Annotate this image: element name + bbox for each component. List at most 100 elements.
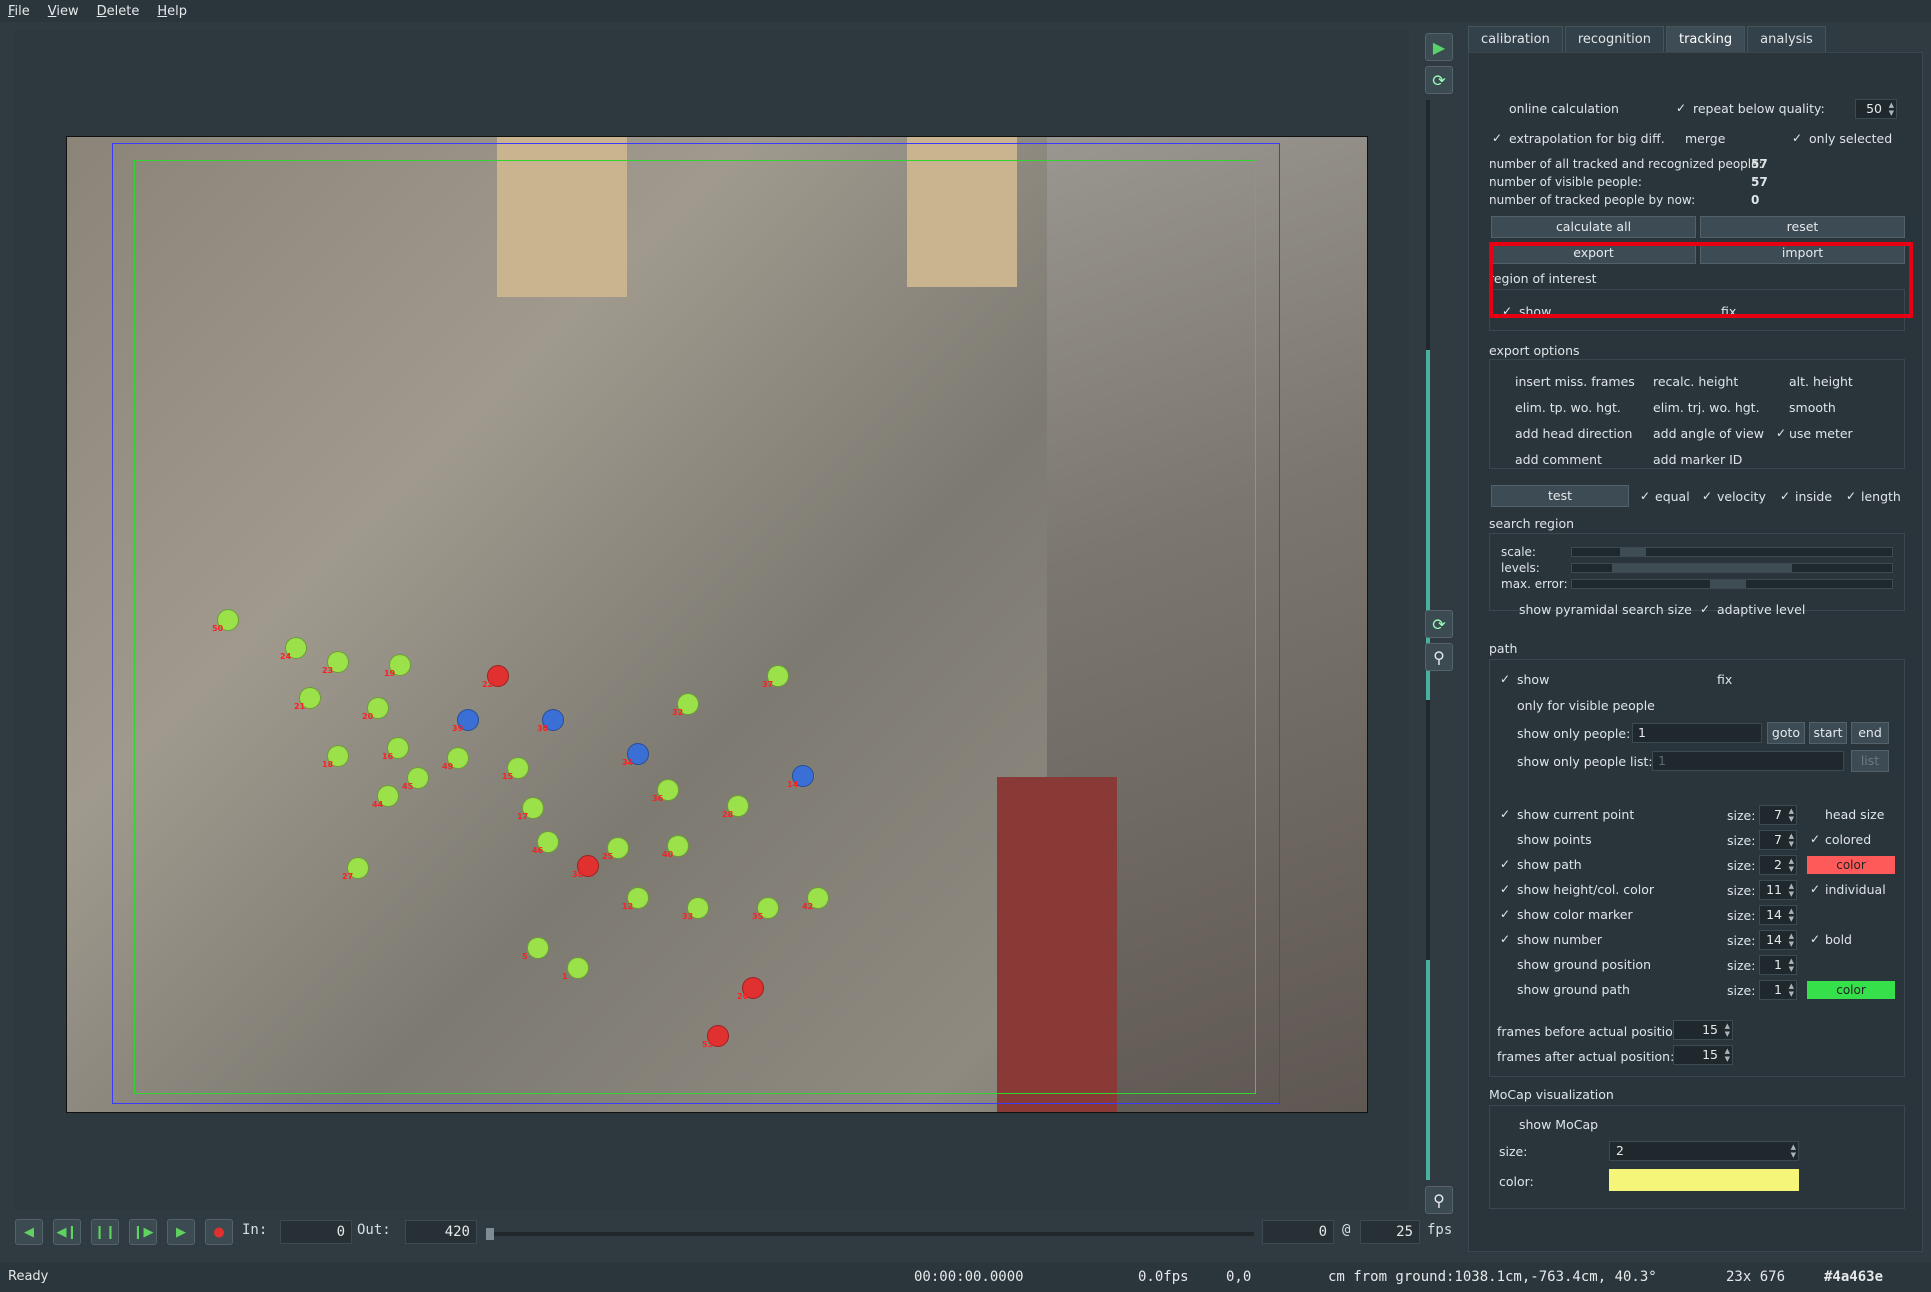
scale-slider[interactable] xyxy=(1571,547,1893,557)
zoom-icon[interactable]: ⚲ xyxy=(1425,1186,1453,1214)
tab-calibration[interactable]: calibration xyxy=(1468,26,1563,52)
timeline-slider[interactable] xyxy=(486,1228,1254,1240)
play-icon[interactable]: ▶ xyxy=(1425,33,1453,61)
menu-delete[interactable]: Delete xyxy=(97,4,140,19)
zoom-icon[interactable]: ⚲ xyxy=(1425,643,1453,671)
frame-field[interactable]: 0 xyxy=(1262,1220,1334,1244)
elim-tp-label: elim. tp. wo. hgt. xyxy=(1515,400,1621,415)
size-label: size: xyxy=(1727,933,1756,948)
size-spinbox[interactable]: 14 ▲ ▼ xyxy=(1759,930,1797,950)
elim-tp-checkbox[interactable] xyxy=(1497,401,1509,413)
levels-slider[interactable] xyxy=(1571,563,1893,573)
recalc-height-checkbox[interactable] xyxy=(1635,375,1647,387)
pause-icon[interactable]: ❙❙ xyxy=(91,1219,119,1245)
velocity-checkbox[interactable] xyxy=(1701,490,1713,502)
path-show-checkbox[interactable] xyxy=(1499,673,1511,685)
use-meter-checkbox[interactable] xyxy=(1775,427,1787,439)
record-icon[interactable]: ● xyxy=(205,1219,233,1245)
fps-field[interactable]: 25 xyxy=(1360,1220,1420,1244)
smooth-checkbox[interactable] xyxy=(1775,401,1787,413)
online-calc-checkbox[interactable] xyxy=(1491,102,1503,114)
test-button[interactable]: test xyxy=(1491,485,1629,507)
path-option-checkbox[interactable] xyxy=(1499,908,1511,920)
path-color-button[interactable]: color xyxy=(1807,856,1895,874)
menu-file[interactable]: File xyxy=(8,4,30,19)
status-fps: 0.0fps xyxy=(1138,1269,1189,1285)
list-button[interactable]: list xyxy=(1851,750,1889,772)
path-extra-checkbox[interactable] xyxy=(1809,933,1821,945)
mocap-show-checkbox[interactable] xyxy=(1501,1118,1513,1130)
size-spinbox[interactable]: 7 ▲ ▼ xyxy=(1759,830,1797,850)
tab-analysis[interactable]: analysis xyxy=(1747,26,1826,52)
roi-inner-rect[interactable] xyxy=(134,160,1256,1094)
show-only-people-checkbox[interactable] xyxy=(1499,727,1511,739)
only-selected-checkbox[interactable] xyxy=(1791,132,1803,144)
repeat-quality-spinbox[interactable]: 50 ▲ ▼ xyxy=(1855,99,1897,119)
elim-trj-checkbox[interactable] xyxy=(1635,401,1647,413)
refresh-icon[interactable]: ⟳ xyxy=(1425,610,1453,638)
mocap-size-spinbox[interactable]: 2 ▲ ▼ xyxy=(1609,1141,1799,1161)
path-option-checkbox[interactable] xyxy=(1499,958,1511,970)
path-extra-checkbox[interactable] xyxy=(1809,808,1821,820)
vertical-zoom-slider[interactable] xyxy=(1426,100,1430,1180)
extrapolation-checkbox[interactable] xyxy=(1491,132,1503,144)
step-forward-icon[interactable]: ❙▶ xyxy=(129,1219,157,1245)
path-extra-checkbox[interactable] xyxy=(1809,833,1821,845)
play-forward-icon[interactable]: ▶ xyxy=(167,1219,195,1245)
size-spinbox[interactable]: 14 ▲ ▼ xyxy=(1759,905,1797,925)
start-button[interactable]: start xyxy=(1809,722,1847,744)
reset-button[interactable]: reset xyxy=(1700,216,1905,238)
size-spinbox[interactable]: 7 ▲ ▼ xyxy=(1759,805,1797,825)
adaptive-level-checkbox[interactable] xyxy=(1699,603,1711,615)
inside-checkbox[interactable] xyxy=(1779,490,1791,502)
frames-after-spinbox[interactable]: 15 ▲ ▼ xyxy=(1673,1045,1733,1065)
path-option-checkbox[interactable] xyxy=(1499,983,1511,995)
path-fix-checkbox[interactable] xyxy=(1699,673,1711,685)
only-visible-checkbox[interactable] xyxy=(1499,699,1511,711)
show-only-people-list-checkbox[interactable] xyxy=(1499,755,1511,767)
pyramidal-checkbox[interactable] xyxy=(1501,603,1513,615)
refresh-icon[interactable]: ⟳ xyxy=(1425,66,1453,94)
step-back-icon[interactable]: ◀❙ xyxy=(53,1219,81,1245)
tab-recognition[interactable]: recognition xyxy=(1564,26,1664,52)
repeat-quality-checkbox[interactable] xyxy=(1675,102,1687,114)
menu-view[interactable]: View xyxy=(48,4,79,19)
size-spinbox[interactable]: 1 ▲ ▼ xyxy=(1759,955,1797,975)
add-marker-id-checkbox[interactable] xyxy=(1635,453,1647,465)
size-spinbox[interactable]: 2 ▲ ▼ xyxy=(1759,855,1797,875)
path-option-checkbox[interactable] xyxy=(1499,808,1511,820)
size-spinbox[interactable]: 1 ▲ ▼ xyxy=(1759,980,1797,1000)
skip-back-icon[interactable]: ◀ xyxy=(15,1219,43,1245)
path-option-checkbox[interactable] xyxy=(1499,933,1511,945)
mocap-color-button[interactable] xyxy=(1609,1169,1799,1191)
end-button[interactable]: end xyxy=(1851,722,1889,744)
show-only-people-list-label: show only people list: xyxy=(1517,754,1653,769)
path-color-button[interactable]: color xyxy=(1807,981,1895,999)
merge-checkbox[interactable] xyxy=(1667,132,1679,144)
max-error-slider[interactable] xyxy=(1571,579,1893,589)
goto-button[interactable]: goto xyxy=(1767,722,1805,744)
size-spinbox[interactable]: 11 ▲ ▼ xyxy=(1759,880,1797,900)
path-option-checkbox[interactable] xyxy=(1499,858,1511,870)
angle-of-view-checkbox[interactable] xyxy=(1635,427,1647,439)
smooth-label: smooth xyxy=(1789,400,1836,415)
path-extra-checkbox[interactable] xyxy=(1809,883,1821,895)
tab-tracking[interactable]: tracking xyxy=(1665,26,1746,52)
people-list-field[interactable]: 1 xyxy=(1652,751,1844,771)
timeline-knob[interactable] xyxy=(486,1228,494,1240)
insert-miss-checkbox[interactable] xyxy=(1497,375,1509,387)
path-option-checkbox[interactable] xyxy=(1499,833,1511,845)
status-coord[interactable]: 0,0 xyxy=(1226,1262,1251,1292)
menu-help[interactable]: Help xyxy=(157,4,187,19)
show-only-people-spinbox[interactable]: 1 xyxy=(1632,723,1762,743)
equal-checkbox[interactable] xyxy=(1639,490,1651,502)
calculate-all-button[interactable]: calculate all xyxy=(1491,216,1696,238)
path-option-checkbox[interactable] xyxy=(1499,883,1511,895)
frames-before-spinbox[interactable]: 15 ▲ ▼ xyxy=(1673,1020,1733,1040)
head-direction-checkbox[interactable] xyxy=(1497,427,1509,439)
out-field[interactable]: 420 xyxy=(405,1220,477,1244)
length-checkbox[interactable] xyxy=(1845,490,1857,502)
in-field[interactable]: 0 xyxy=(280,1220,352,1244)
add-comment-checkbox[interactable] xyxy=(1497,453,1509,465)
alt-height-checkbox[interactable] xyxy=(1775,375,1787,387)
